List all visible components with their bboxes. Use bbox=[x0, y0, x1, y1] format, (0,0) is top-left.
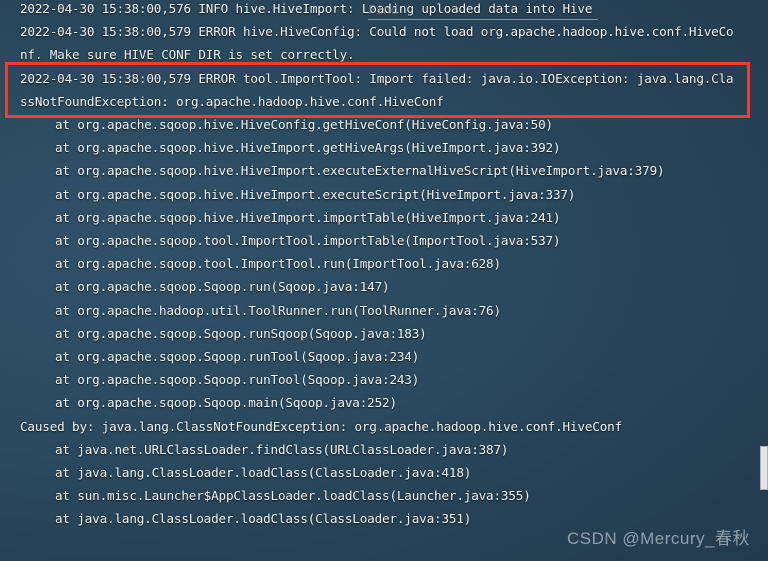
log-line: at sun.misc.Launcher$AppClassLoader.load… bbox=[55, 488, 531, 504]
log-line: 2022-04-30 15:38:00,579 ERROR tool.Impor… bbox=[20, 70, 734, 86]
log-line: at org.apache.sqoop.Sqoop.runTool(Sqoop.… bbox=[55, 349, 420, 364]
vertical-scrollbar-track[interactable] bbox=[760, 0, 768, 561]
log-line: at org.apache.sqoop.Sqoop.runSqoop(Sqoop… bbox=[55, 325, 427, 341]
log-line: at java.lang.ClassLoader.loadClass(Class… bbox=[55, 465, 472, 480]
log-line: at java.net.URLClassLoader.findClass(URL… bbox=[55, 441, 509, 457]
log-line: Caused by: java.lang.ClassNotFoundExcept… bbox=[20, 418, 622, 434]
vertical-scrollbar-thumb[interactable] bbox=[760, 446, 768, 490]
console-log-output[interactable]: 2022-04-30 15:38:00,576 INFO hive.HiveIm… bbox=[0, 0, 768, 561]
log-line: at org.apache.sqoop.hive.HiveConfig.getH… bbox=[55, 117, 553, 132]
log-line: at org.apache.sqoop.tool.ImportTool.impo… bbox=[55, 233, 561, 248]
log-line: at org.apache.sqoop.hive.HiveImport.exec… bbox=[55, 163, 665, 179]
log-line: at org.apache.sqoop.Sqoop.runTool(Sqoop.… bbox=[55, 372, 420, 388]
log-line: nf. Make sure HIVE CONF DIR is set corre… bbox=[20, 47, 355, 63]
log-line: 2022-04-30 15:38:00,579 ERROR hive.HiveC… bbox=[20, 24, 734, 40]
log-line: at org.apache.sqoop.hive.HiveImport.impo… bbox=[55, 209, 561, 225]
log-line: at org.apache.sqoop.hive.HiveImport.exec… bbox=[55, 186, 576, 202]
log-line: at org.apache.sqoop.hive.HiveImport.getH… bbox=[55, 140, 561, 156]
log-line: at org.apache.sqoop.Sqoop.main(Sqoop.jav… bbox=[55, 395, 397, 411]
watermark: CSDN @Mercury_春秋 bbox=[567, 529, 750, 548]
log-line: at org.apache.sqoop.tool.ImportTool.run(… bbox=[55, 256, 501, 272]
log-line: at org.apache.hadoop.util.ToolRunner.run… bbox=[55, 302, 501, 318]
log-line: ssNotFoundException: org.apache.hadoop.h… bbox=[20, 93, 444, 109]
find-input[interactable] bbox=[368, 0, 598, 20]
find-input-wrapper[interactable] bbox=[368, 0, 598, 20]
terminal-console-screenshot: 2022-04-30 15:38:00,576 INFO hive.HiveIm… bbox=[0, 0, 768, 561]
log-line: at org.apache.sqoop.Sqoop.run(Sqoop.java… bbox=[55, 279, 390, 295]
